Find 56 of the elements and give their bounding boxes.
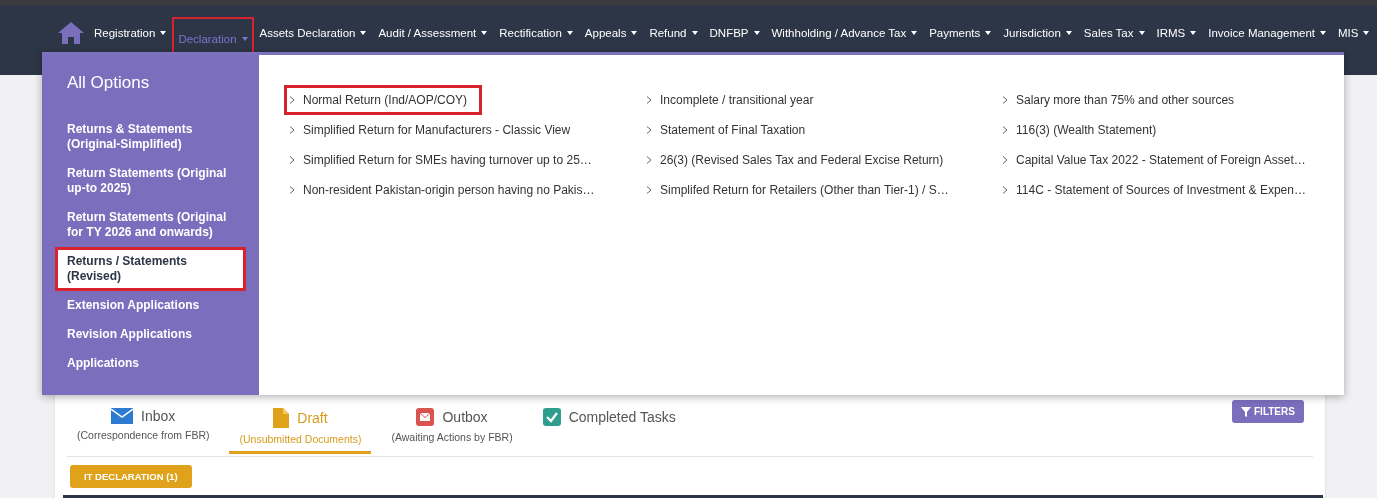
sidebar-item[interactable]: Revision Applications	[55, 320, 246, 349]
file-icon	[273, 408, 290, 428]
nav-menu-item[interactable]: Appeals	[578, 16, 644, 50]
chevron-icon	[1002, 186, 1008, 194]
nav-menu-item[interactable]: Assets Declaration	[253, 16, 373, 50]
envelope-icon	[416, 408, 435, 426]
chevron-icon	[646, 156, 652, 164]
filter-icon	[1241, 406, 1251, 417]
chevron-icon	[289, 96, 295, 104]
menu-option[interactable]: Statement of Final Taxation	[641, 115, 821, 145]
nav-menu-item[interactable]: Payments	[923, 16, 998, 50]
menu-option[interactable]: Salary more than 75% and other sources	[997, 85, 1250, 115]
chevron-icon	[289, 156, 295, 164]
menu-option[interactable]: Simplifed Return for Retailers (Other than Tier-1) / S…	[641, 175, 964, 205]
menu-title: All Options	[67, 73, 151, 93]
nav-menu-item[interactable]: MIS	[1332, 16, 1376, 50]
sidebar-item[interactable]: Return Statements (Original for TY 2026 and onwards)	[55, 203, 246, 247]
menu-option[interactable]: 26(3) (Revised Sales Tax and Federal Excise Return)	[641, 145, 959, 175]
chevron-icon	[1002, 126, 1008, 134]
home-icon[interactable]	[58, 21, 84, 45]
sidebar-item[interactable]: Returns & Statements (Original-Simplified)	[55, 115, 246, 159]
chevron-icon	[1002, 156, 1008, 164]
chevron-icon	[646, 186, 652, 194]
menu-option[interactable]: 116(3) (Wealth Statement)	[997, 115, 1172, 145]
menu-option[interactable]: Simplified Return for SMEs having turnover up to 25…	[284, 145, 607, 175]
nav-menu-item[interactable]: Rectification	[493, 16, 579, 50]
sidebar-item[interactable]: Return Statements (Original up-to 2025)	[55, 159, 246, 203]
nav-menu-item[interactable]: Jurisdiction	[997, 16, 1078, 50]
nav-menu-item[interactable]: DNFBP	[703, 16, 766, 50]
chevron-icon	[289, 186, 295, 194]
nav-menu-item[interactable]: Invoice Management	[1202, 16, 1333, 50]
envelope-icon	[111, 408, 134, 424]
sidebar-item[interactable]: Applications	[55, 349, 246, 378]
menu-option[interactable]: Non-resident Pakistan-origin person having no Pakis…	[284, 175, 610, 205]
menu-option[interactable]: Incomplete / transitional year	[641, 85, 829, 115]
mailbox-tab[interactable]: Inbox (Correspondence from FBR)	[67, 400, 220, 454]
sidebar-item[interactable]: Returns / Statements (Revised)	[55, 247, 246, 291]
filters-button[interactable]: FILTERS	[1232, 400, 1304, 423]
chevron-icon	[646, 126, 652, 134]
chevron-icon	[1002, 96, 1008, 104]
sidebar-item[interactable]: Extension Applications	[55, 291, 246, 320]
chevron-icon	[646, 96, 652, 104]
mailbox-tab[interactable]: Completed Tasks	[532, 400, 686, 454]
menu-option[interactable]: Capital Value Tax 2022 - Statement of Foreign Asset…	[997, 145, 1321, 175]
nav-menu-item[interactable]: Refund	[643, 16, 704, 50]
checkbox-icon	[542, 408, 561, 426]
nav-menu-item[interactable]: IRMS	[1150, 16, 1203, 50]
menu-option[interactable]: 114C - Statement of Sources of Investment & Expen…	[997, 175, 1321, 205]
nav-menu-item[interactable]: Withholding / Advance Tax	[765, 16, 924, 50]
menu-option[interactable]: Simplified Return for Manufacturers - Classic View	[284, 115, 586, 145]
nav-menu-item[interactable]: Sales Tax	[1077, 16, 1151, 50]
chevron-icon	[289, 126, 295, 134]
menu-option[interactable]: Normal Return (Ind/AOP/COY)	[284, 85, 483, 115]
nav-menu-item[interactable]: Audit / Assessment	[372, 16, 494, 50]
mailbox-tab[interactable]: Outbox (Awaiting Actions by FBR)	[381, 400, 523, 454]
nav-menu-item[interactable]: Registration	[88, 16, 173, 50]
